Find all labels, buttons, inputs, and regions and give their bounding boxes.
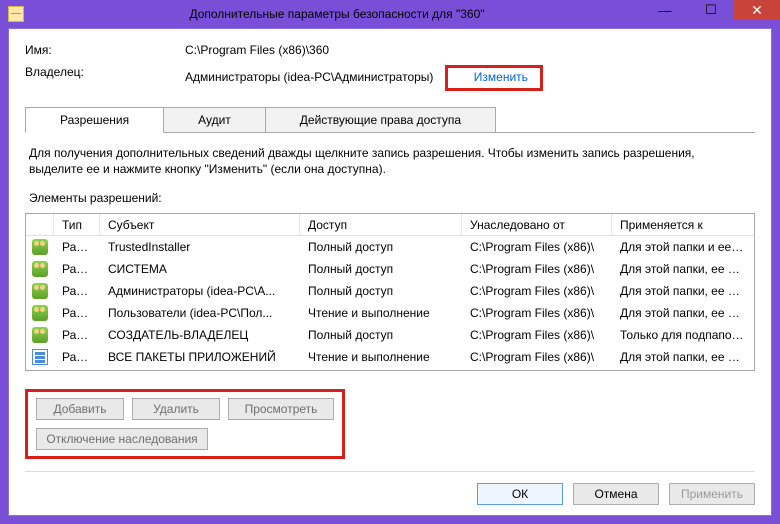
name-row: Имя: C:\Program Files (x86)\360 [25, 43, 755, 57]
list-row[interactable]: Разр...TrustedInstallerПолный доступC:\P… [26, 236, 754, 258]
users-icon [32, 239, 48, 255]
apply-button[interactable]: Применить [669, 483, 755, 505]
cell-access: Полный доступ [300, 328, 462, 342]
list-row[interactable]: Разр...СИСТЕМАПолный доступC:\Program Fi… [26, 258, 754, 280]
cell-applies: Для этой папки, ее подпапок ... [612, 262, 754, 276]
change-owner-link[interactable]: Изменить [470, 69, 532, 85]
cell-inherited: C:\Program Files (x86)\ [462, 350, 612, 364]
name-value: C:\Program Files (x86)\360 [185, 43, 329, 57]
cell-subject: СОЗДАТЕЛЬ-ВЛАДЕЛЕЦ [100, 328, 300, 342]
cell-subject: Администраторы (idea-PC\А... [100, 284, 300, 298]
cancel-button[interactable]: Отмена [573, 483, 659, 505]
cell-subject: ВСЕ ПАКЕТЫ ПРИЛОЖЕНИЙ [100, 350, 300, 364]
permissions-list[interactable]: Тип Субъект Доступ Унаследовано от Приме… [25, 213, 755, 371]
cell-access: Полный доступ [300, 284, 462, 298]
col-type[interactable]: Тип [54, 214, 100, 235]
cell-applies: Для этой папки, ее подпапок ... [612, 350, 754, 364]
view-button[interactable]: Просмотреть [228, 398, 334, 420]
change-highlight: Изменить [445, 65, 543, 91]
col-subject[interactable]: Субъект [100, 214, 300, 235]
window-controls: — ☐ ✕ [642, 0, 780, 28]
list-label: Элементы разрешений: [29, 191, 751, 205]
security-dialog: Дополнительные параметры безопасности дл… [0, 0, 780, 524]
cell-applies: Для этой папки и ее подпапок [612, 240, 754, 254]
close-button[interactable]: ✕ [734, 0, 780, 20]
owner-row: Владелец: Администраторы (idea-PC\Админи… [25, 65, 755, 91]
list-header: Тип Субъект Доступ Унаследовано от Приме… [26, 214, 754, 236]
cell-subject: СИСТЕМА [100, 262, 300, 276]
col-applies[interactable]: Применяется к [612, 214, 754, 235]
cell-type: Разр... [54, 350, 100, 364]
tab-effective[interactable]: Действующие права доступа [265, 107, 496, 133]
list-row[interactable]: Разр...Администраторы (idea-PC\А...Полны… [26, 280, 754, 302]
col-access[interactable]: Доступ [300, 214, 462, 235]
action-highlight: Добавить Удалить Просмотреть Отключение … [25, 389, 345, 459]
cell-type: Разр... [54, 306, 100, 320]
list-row[interactable]: Разр...ВСЕ ПАКЕТЫ ПРИЛОЖЕНИЙЧтение и вып… [26, 346, 754, 368]
cell-subject: TrustedInstaller [100, 240, 300, 254]
cell-applies: Только для подпапок и файл... [612, 328, 754, 342]
tabs: Разрешения Аудит Действующие права досту… [25, 107, 755, 133]
cell-applies: Для этой папки, ее подпапок ... [612, 284, 754, 298]
list-row[interactable]: Разр...СОЗДАТЕЛЬ-ВЛАДЕЛЕЦПолный доступC:… [26, 324, 754, 346]
cell-inherited: C:\Program Files (x86)\ [462, 240, 612, 254]
cell-type: Разр... [54, 328, 100, 342]
cell-access: Чтение и выполнение [300, 306, 462, 320]
cell-access: Полный доступ [300, 240, 462, 254]
action-buttons: Добавить Удалить Просмотреть Отключение … [25, 389, 755, 459]
owner-text: Администраторы (idea-PC\Администраторы) [185, 70, 433, 84]
description-text: Для получения дополнительных сведений дв… [29, 145, 751, 177]
cell-subject: Пользователи (idea-PC\Пол... [100, 306, 300, 320]
users-icon [32, 305, 48, 321]
client-area: Имя: C:\Program Files (x86)\360 Владелец… [8, 28, 772, 516]
tab-audit[interactable]: Аудит [163, 107, 266, 133]
cell-inherited: C:\Program Files (x86)\ [462, 262, 612, 276]
users-icon [32, 327, 48, 343]
tab-permissions[interactable]: Разрешения [25, 107, 164, 133]
ok-button[interactable]: ОК [477, 483, 563, 505]
cell-inherited: C:\Program Files (x86)\ [462, 306, 612, 320]
remove-button[interactable]: Удалить [132, 398, 220, 420]
cell-access: Полный доступ [300, 262, 462, 276]
cell-applies: Для этой папки, ее подпапок ... [612, 306, 754, 320]
add-button[interactable]: Добавить [36, 398, 124, 420]
cell-access: Чтение и выполнение [300, 350, 462, 364]
owner-value: Администраторы (idea-PC\Администраторы) … [185, 65, 543, 91]
dialog-footer: ОК Отмена Применить [25, 473, 755, 505]
disable-inheritance-button[interactable]: Отключение наследования [36, 428, 208, 450]
col-inherited[interactable]: Унаследовано от [462, 214, 612, 235]
minimize-button[interactable]: — [642, 0, 688, 20]
cell-inherited: C:\Program Files (x86)\ [462, 328, 612, 342]
titlebar: Дополнительные параметры безопасности дл… [0, 0, 780, 28]
maximize-button[interactable]: ☐ [688, 0, 734, 20]
cell-type: Разр... [54, 262, 100, 276]
list-body: Разр...TrustedInstallerПолный доступC:\P… [26, 236, 754, 368]
folder-icon [8, 6, 24, 22]
owner-label: Владелец: [25, 65, 185, 91]
list-row[interactable]: Разр...Пользователи (idea-PC\Пол...Чтени… [26, 302, 754, 324]
col-icon[interactable] [26, 214, 54, 235]
cell-type: Разр... [54, 284, 100, 298]
window-title: Дополнительные параметры безопасности дл… [32, 7, 642, 21]
cell-type: Разр... [54, 240, 100, 254]
users-icon [32, 261, 48, 277]
users-icon [32, 283, 48, 299]
cell-inherited: C:\Program Files (x86)\ [462, 284, 612, 298]
name-label: Имя: [25, 43, 185, 57]
package-icon [32, 349, 48, 365]
